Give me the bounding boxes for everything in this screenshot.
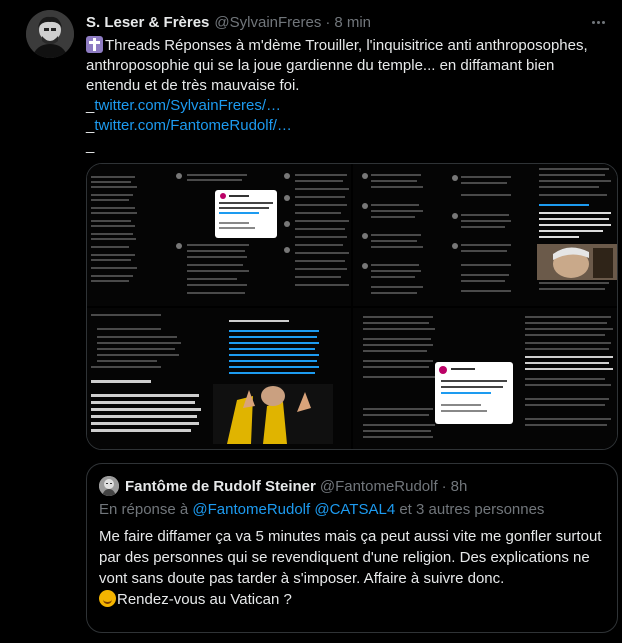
quoted-tweet-closing: Rendez-vous au Vatican ?: [117, 591, 292, 608]
reply-mentions[interactable]: @FantomeRudolf @CATSAL4: [192, 501, 395, 518]
cross-icon: [86, 36, 103, 53]
tweet-link-row-3: _: [86, 137, 95, 154]
author-avatar[interactable]: [26, 10, 74, 58]
author-handle[interactable]: @SylvainFreres: [214, 14, 321, 31]
thread-screenshot-4[interactable]: [353, 307, 617, 449]
tweet-body: Threads Réponses à m'dème Trouiller, l'i…: [86, 37, 588, 94]
more-options-icon[interactable]: [586, 12, 610, 32]
quoted-author-handle: @FantomeRudolf: [319, 477, 438, 495]
quoted-author-avatar: [99, 476, 119, 496]
tweet-link-row-2: _twitter.com/FantomeRudolf/…: [86, 117, 292, 134]
tweet-timestamp[interactable]: 8 min: [334, 14, 371, 31]
tweet-text: Threads Réponses à m'dème Trouiller, l'i…: [86, 36, 606, 156]
tweet-media-grid[interactable]: [86, 163, 618, 450]
thread-screenshot-1[interactable]: [87, 164, 351, 306]
separator-dot: ·: [441, 477, 447, 495]
tweet-header: S. Leser & Frères @SylvainFreres · 8 min: [86, 11, 582, 33]
quoted-tweet-header: Fantôme de Rudolf Steiner @FantomeRudolf…: [99, 476, 467, 496]
thread-screenshot-2[interactable]: [353, 164, 617, 306]
quoted-tweet[interactable]: Fantôme de Rudolf Steiner @FantomeRudolf…: [86, 463, 618, 633]
tweet-link-row-1: _twitter.com/SylvainFreres/…: [86, 97, 282, 114]
quoted-tweet-text: Me faire diffamer ça va 5 minutes mais ç…: [99, 526, 605, 610]
separator-dot: ·: [325, 13, 331, 31]
thread-screenshot-3[interactable]: [87, 307, 351, 449]
quoted-author-name: Fantôme de Rudolf Steiner: [125, 477, 316, 495]
author-name[interactable]: S. Leser & Frères: [86, 14, 209, 31]
reply-context: En réponse à @FantomeRudolf @CATSAL4 et …: [99, 501, 545, 518]
quoted-tweet-body: Me faire diffamer ça va 5 minutes mais ç…: [99, 528, 602, 587]
tweet[interactable]: S. Leser & Frères @SylvainFreres · 8 min…: [0, 0, 622, 643]
smiling-face-icon: [99, 590, 116, 607]
quoted-timestamp: 8h: [450, 477, 468, 495]
tweet-link-2[interactable]: twitter.com/FantomeRudolf/…: [94, 117, 292, 134]
tweet-link-1[interactable]: twitter.com/SylvainFreres/…: [94, 97, 281, 114]
